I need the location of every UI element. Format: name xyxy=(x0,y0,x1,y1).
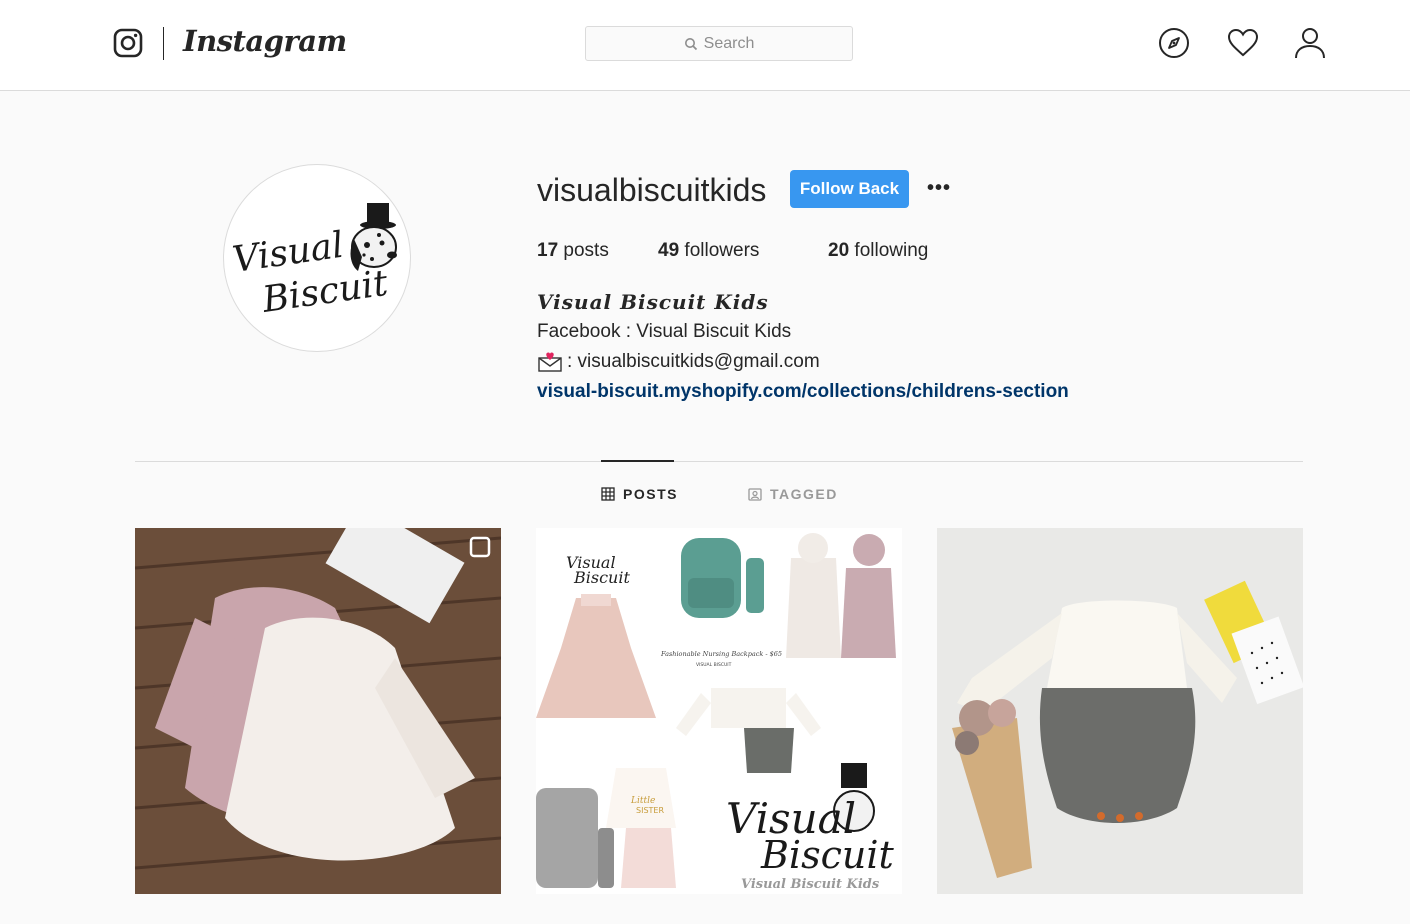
collage-watermark: Visual Biscuit Kids xyxy=(741,877,880,892)
posts-count-value: 17 xyxy=(537,240,559,261)
post-thumbnail[interactable]: Visual Biscuit Fashionable Nursing Backp… xyxy=(536,528,902,894)
post-image-knit-romper xyxy=(937,528,1303,894)
grid-icon xyxy=(601,487,615,501)
top-navigation: Instagram Search xyxy=(0,0,1410,91)
profile-username: visualbiscuitkids xyxy=(537,172,767,208)
followers-count-label: followers xyxy=(679,240,760,261)
bio-full-name: Visual Biscuit Kids xyxy=(537,290,769,314)
svg-text:Biscuit: Biscuit xyxy=(573,568,630,587)
visual-biscuit-logo: Visual Biscuit xyxy=(230,203,397,321)
instagram-glyph-icon[interactable] xyxy=(113,28,143,58)
post-image-collage: Visual Biscuit Fashionable Nursing Backp… xyxy=(536,528,902,894)
search-input[interactable]: Search xyxy=(585,26,853,61)
bio-website-link[interactable]: visual-biscuit.myshopify.com/collections… xyxy=(537,381,1069,403)
tag-icon xyxy=(748,488,762,501)
following-link[interactable]: 20 following xyxy=(828,240,928,262)
follow-back-button[interactable]: Follow Back xyxy=(790,170,909,208)
following-count-value: 20 xyxy=(828,240,850,261)
svg-text:SISTER: SISTER xyxy=(636,806,664,815)
active-tab-indicator xyxy=(601,460,674,462)
love-letter-icon xyxy=(538,352,562,372)
svg-text:Little: Little xyxy=(630,796,655,806)
more-options-icon[interactable]: ••• xyxy=(926,176,952,200)
posts-count: 17 posts xyxy=(537,240,609,262)
bio-facebook-line: Facebook : Visual Biscuit Kids xyxy=(537,321,792,342)
tabs-divider xyxy=(135,461,1303,462)
logo-divider xyxy=(163,27,164,60)
followers-count-value: 49 xyxy=(658,240,680,261)
following-count-label: following xyxy=(849,240,929,261)
profile-avatar[interactable]: Visual Biscuit xyxy=(223,164,411,352)
posts-count-label: posts xyxy=(558,240,609,261)
collage-caption: Fashionable Nursing Backpack - $65 xyxy=(660,650,782,658)
compass-icon[interactable] xyxy=(1157,26,1191,60)
tab-tagged[interactable]: TAGGED xyxy=(748,486,838,502)
svg-text:Biscuit: Biscuit xyxy=(760,833,894,877)
person-icon[interactable] xyxy=(1293,26,1327,60)
post-thumbnail[interactable] xyxy=(937,528,1303,894)
tab-posts-label: POSTS xyxy=(623,486,678,502)
post-image-lace-dresses xyxy=(135,528,501,894)
instagram-wordmark[interactable]: Instagram xyxy=(183,24,347,58)
search-placeholder: Search xyxy=(703,34,755,52)
post-thumbnail[interactable] xyxy=(135,528,501,894)
followers-link[interactable]: 49 followers xyxy=(658,240,759,262)
heart-icon[interactable] xyxy=(1226,26,1260,60)
search-icon xyxy=(684,37,697,50)
bio-email-line: : visualbiscuitkids@gmail.com xyxy=(537,351,820,373)
tab-tagged-label: TAGGED xyxy=(770,486,838,502)
bio-email-text: : visualbiscuitkids@gmail.com xyxy=(567,351,820,372)
tab-posts[interactable]: POSTS xyxy=(601,486,678,502)
collage-brand: VISUAL BISCUIT xyxy=(696,662,732,668)
